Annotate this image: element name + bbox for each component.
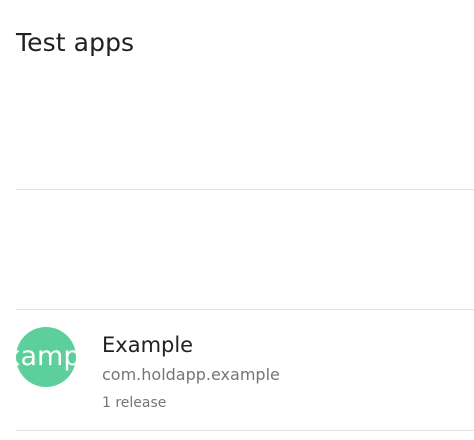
app-name: Example — [102, 333, 194, 357]
page-title: Test apps — [16, 28, 135, 57]
section-divider — [16, 189, 474, 190]
app-package-name: com.holdapp.example — [102, 365, 280, 384]
app-release-count: 1 release — [102, 395, 167, 411]
test-apps-page: Test apps Example Example com.holdapp.ex… — [0, 0, 474, 440]
app-list-item-example[interactable]: Example Example com.holdapp.example 1 re… — [0, 310, 474, 430]
app-icon-label: Example — [16, 341, 76, 372]
section-divider — [16, 430, 474, 431]
app-icon: Example — [16, 327, 76, 387]
